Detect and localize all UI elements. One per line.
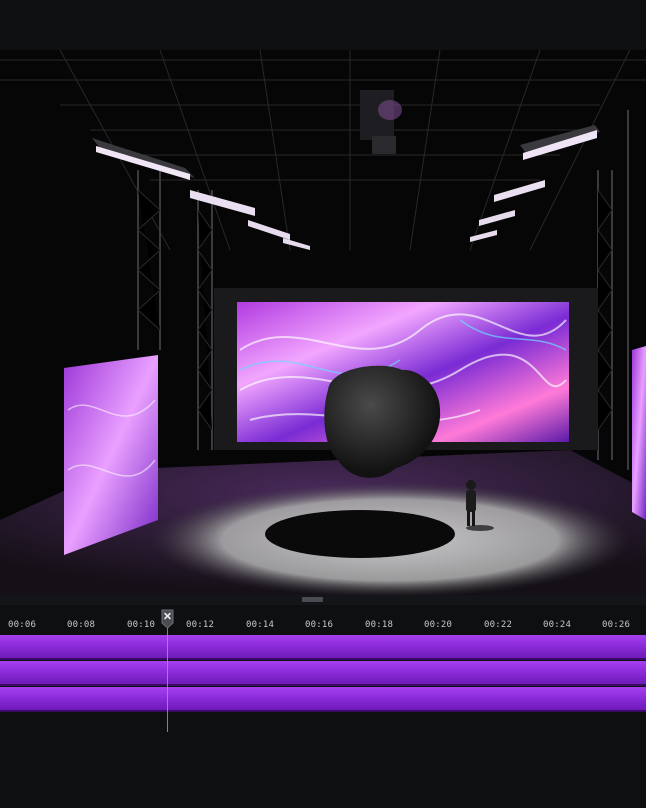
led-screen-right	[632, 346, 646, 520]
tick-label: 00:26	[602, 620, 631, 630]
tick-label: 00:12	[186, 620, 215, 630]
viewport-scrollbar[interactable]	[0, 595, 646, 605]
tick-label: 00:10	[127, 620, 156, 630]
tick-label: 00:08	[67, 620, 96, 630]
stage-scene	[0, 50, 646, 595]
tick-label: 00:16	[305, 620, 334, 630]
tick-label: 00:20	[424, 620, 453, 630]
top-bar	[0, 0, 646, 50]
playhead-line[interactable]	[167, 622, 168, 732]
tick-label: 00:22	[484, 620, 513, 630]
tick-label: 00:06	[8, 620, 37, 630]
playhead-handle[interactable]	[161, 609, 174, 629]
timeline-track-1[interactable]	[0, 635, 646, 660]
timeline-track-2[interactable]	[0, 661, 646, 686]
tick-label: 00:14	[246, 620, 275, 630]
tick-label: 00:24	[543, 620, 572, 630]
timeline-empty-area	[0, 713, 646, 808]
3d-viewport[interactable]	[0, 50, 646, 595]
timeline-track-3[interactable]	[0, 687, 646, 712]
tick-label: 00:18	[365, 620, 394, 630]
scrollbar-thumb[interactable]	[302, 597, 323, 602]
led-screen-left	[64, 355, 158, 555]
